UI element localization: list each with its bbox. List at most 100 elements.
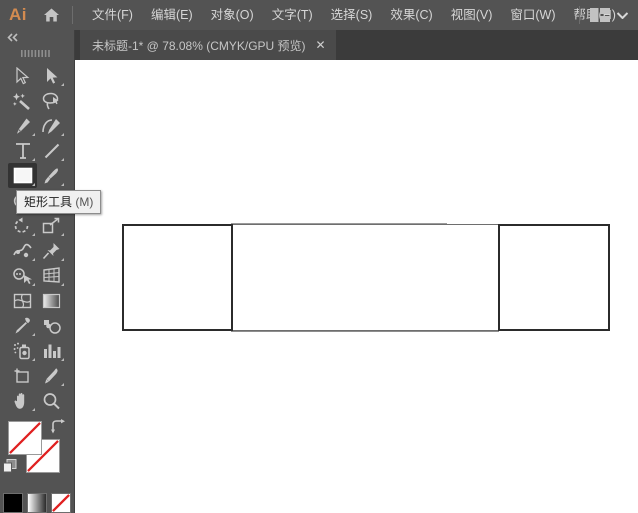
selection-tool[interactable]	[8, 63, 37, 88]
eyedropper-tool[interactable]	[8, 313, 37, 338]
slice-tool[interactable]	[37, 363, 66, 388]
pen-tool[interactable]	[8, 113, 37, 138]
tool-grid	[0, 61, 74, 413]
flyout-triangle-icon	[61, 383, 64, 386]
menu-bar: Ai 文件(F) 编辑(E) 对象(O) 文字(T) 选择(S) 效果(C) 视…	[0, 0, 638, 30]
menu-bar-right	[573, 0, 632, 30]
flyout-triangle-icon	[32, 133, 35, 136]
flyout-triangle-icon	[61, 358, 64, 361]
menu-item-type[interactable]: 文字(T)	[263, 0, 322, 30]
shape-builder-tool[interactable]	[8, 263, 37, 288]
perspective-grid-tool[interactable]	[37, 263, 66, 288]
artboard-canvas[interactable]	[75, 60, 638, 513]
scale-icon	[42, 217, 60, 233]
rectangle-right[interactable]	[498, 224, 610, 331]
pen-nib-icon	[17, 118, 30, 134]
flyout-triangle-icon	[32, 358, 35, 361]
paintbrush-icon	[44, 167, 58, 183]
curvature-tool[interactable]	[37, 113, 66, 138]
zoom-tool[interactable]	[37, 388, 66, 413]
close-icon[interactable]: ✕	[310, 30, 332, 60]
width-tool[interactable]	[8, 238, 37, 263]
menu-right-divider	[579, 6, 580, 24]
chevron-down-icon	[617, 11, 628, 19]
swap-fill-stroke-button[interactable]	[51, 419, 66, 439]
type-tool[interactable]	[8, 138, 37, 163]
none-slash-icon	[52, 494, 70, 512]
flyout-triangle-icon	[61, 158, 64, 161]
document-tab-bar: 未标题-1* @ 78.08% (CMYK/GPU 预览) ✕	[75, 30, 638, 60]
tools-panel	[0, 30, 75, 513]
lasso-icon	[42, 92, 59, 109]
pushpin-icon	[42, 242, 60, 259]
symbol-sprayer-tool[interactable]	[8, 338, 37, 363]
lasso-tool[interactable]	[37, 88, 66, 113]
workspace-grid-icon	[590, 8, 610, 22]
default-fill-stroke-button[interactable]	[3, 459, 17, 478]
line-segment-tool[interactable]	[37, 138, 66, 163]
rectangle-icon	[13, 167, 32, 184]
swap-fill-stroke-icon	[51, 419, 65, 434]
flyout-triangle-icon	[61, 183, 64, 186]
menu-item-file[interactable]: 文件(F)	[83, 0, 142, 30]
blend-tool[interactable]	[37, 313, 66, 338]
color-mode-button[interactable]	[3, 493, 23, 513]
document-tab[interactable]: 未标题-1* @ 78.08% (CMYK/GPU 预览) ✕	[80, 30, 336, 60]
menu-item-select[interactable]: 选择(S)	[322, 0, 382, 30]
flyout-triangle-icon	[61, 133, 64, 136]
flyout-triangle-icon	[61, 283, 64, 286]
menu-item-effect[interactable]: 效果(C)	[381, 0, 441, 30]
rectangle-middle[interactable]	[231, 224, 499, 331]
home-button[interactable]	[36, 0, 66, 30]
fill-swatch[interactable]	[8, 421, 42, 455]
hand-tool[interactable]	[8, 388, 37, 413]
none-mode-button[interactable]	[51, 493, 71, 513]
menu-item-window[interactable]: 窗口(W)	[501, 0, 564, 30]
scale-tool[interactable]	[37, 213, 66, 238]
artboard-tool[interactable]	[8, 363, 37, 388]
rectangle-tool[interactable]	[8, 163, 37, 188]
curvature-pen-icon	[41, 118, 60, 134]
column-graph-tool[interactable]	[37, 338, 66, 363]
rotate-tool[interactable]	[8, 213, 37, 238]
gradient-icon	[42, 293, 61, 308]
flyout-triangle-icon	[32, 408, 35, 411]
color-mode-row	[0, 493, 74, 513]
document-tab-title: 未标题-1* @ 78.08% (CMYK/GPU 预览)	[92, 38, 306, 53]
flyout-triangle-icon	[61, 83, 64, 86]
double-chevron-left-icon	[7, 33, 18, 42]
gradient-tool[interactable]	[37, 288, 66, 313]
free-transform-tool[interactable]	[37, 238, 66, 263]
rotate-icon	[14, 217, 29, 233]
drag-grip-icon[interactable]	[0, 45, 74, 61]
menu-item-edit[interactable]: 编辑(E)	[142, 0, 202, 30]
symbol-sprayer-icon	[13, 342, 30, 359]
none-slash-icon	[9, 422, 41, 454]
magic-wand-icon	[13, 92, 30, 110]
width-warp-icon	[12, 243, 32, 257]
flyout-triangle-icon	[32, 183, 35, 186]
flyout-triangle-icon	[32, 258, 35, 261]
workspace-switcher-button[interactable]	[586, 8, 632, 22]
flyout-triangle-icon	[32, 233, 35, 236]
mesh-icon	[13, 293, 32, 308]
tool-tooltip: 矩形工具 (M)	[16, 190, 102, 214]
hand-icon	[14, 392, 25, 409]
menu-item-object[interactable]: 对象(O)	[202, 0, 263, 30]
slice-knife-icon	[45, 367, 58, 383]
line-segment-icon	[44, 143, 59, 158]
type-t-icon	[15, 142, 30, 159]
mesh-tool[interactable]	[8, 288, 37, 313]
paintbrush-tool[interactable]	[37, 163, 66, 188]
blend-icon	[43, 319, 61, 334]
shape-builder-icon	[12, 267, 32, 284]
flyout-triangle-icon	[32, 333, 35, 336]
illustrator-window: Ai 文件(F) 编辑(E) 对象(O) 文字(T) 选择(S) 效果(C) 视…	[0, 0, 638, 513]
rectangle-left[interactable]	[122, 224, 233, 331]
collapse-panel-button[interactable]	[0, 30, 74, 45]
gradient-mode-button[interactable]	[27, 493, 47, 513]
direct-selection-tool[interactable]	[37, 63, 66, 88]
magic-wand-tool[interactable]	[8, 88, 37, 113]
magnifier-icon	[43, 392, 60, 409]
menu-item-view[interactable]: 视图(V)	[442, 0, 502, 30]
